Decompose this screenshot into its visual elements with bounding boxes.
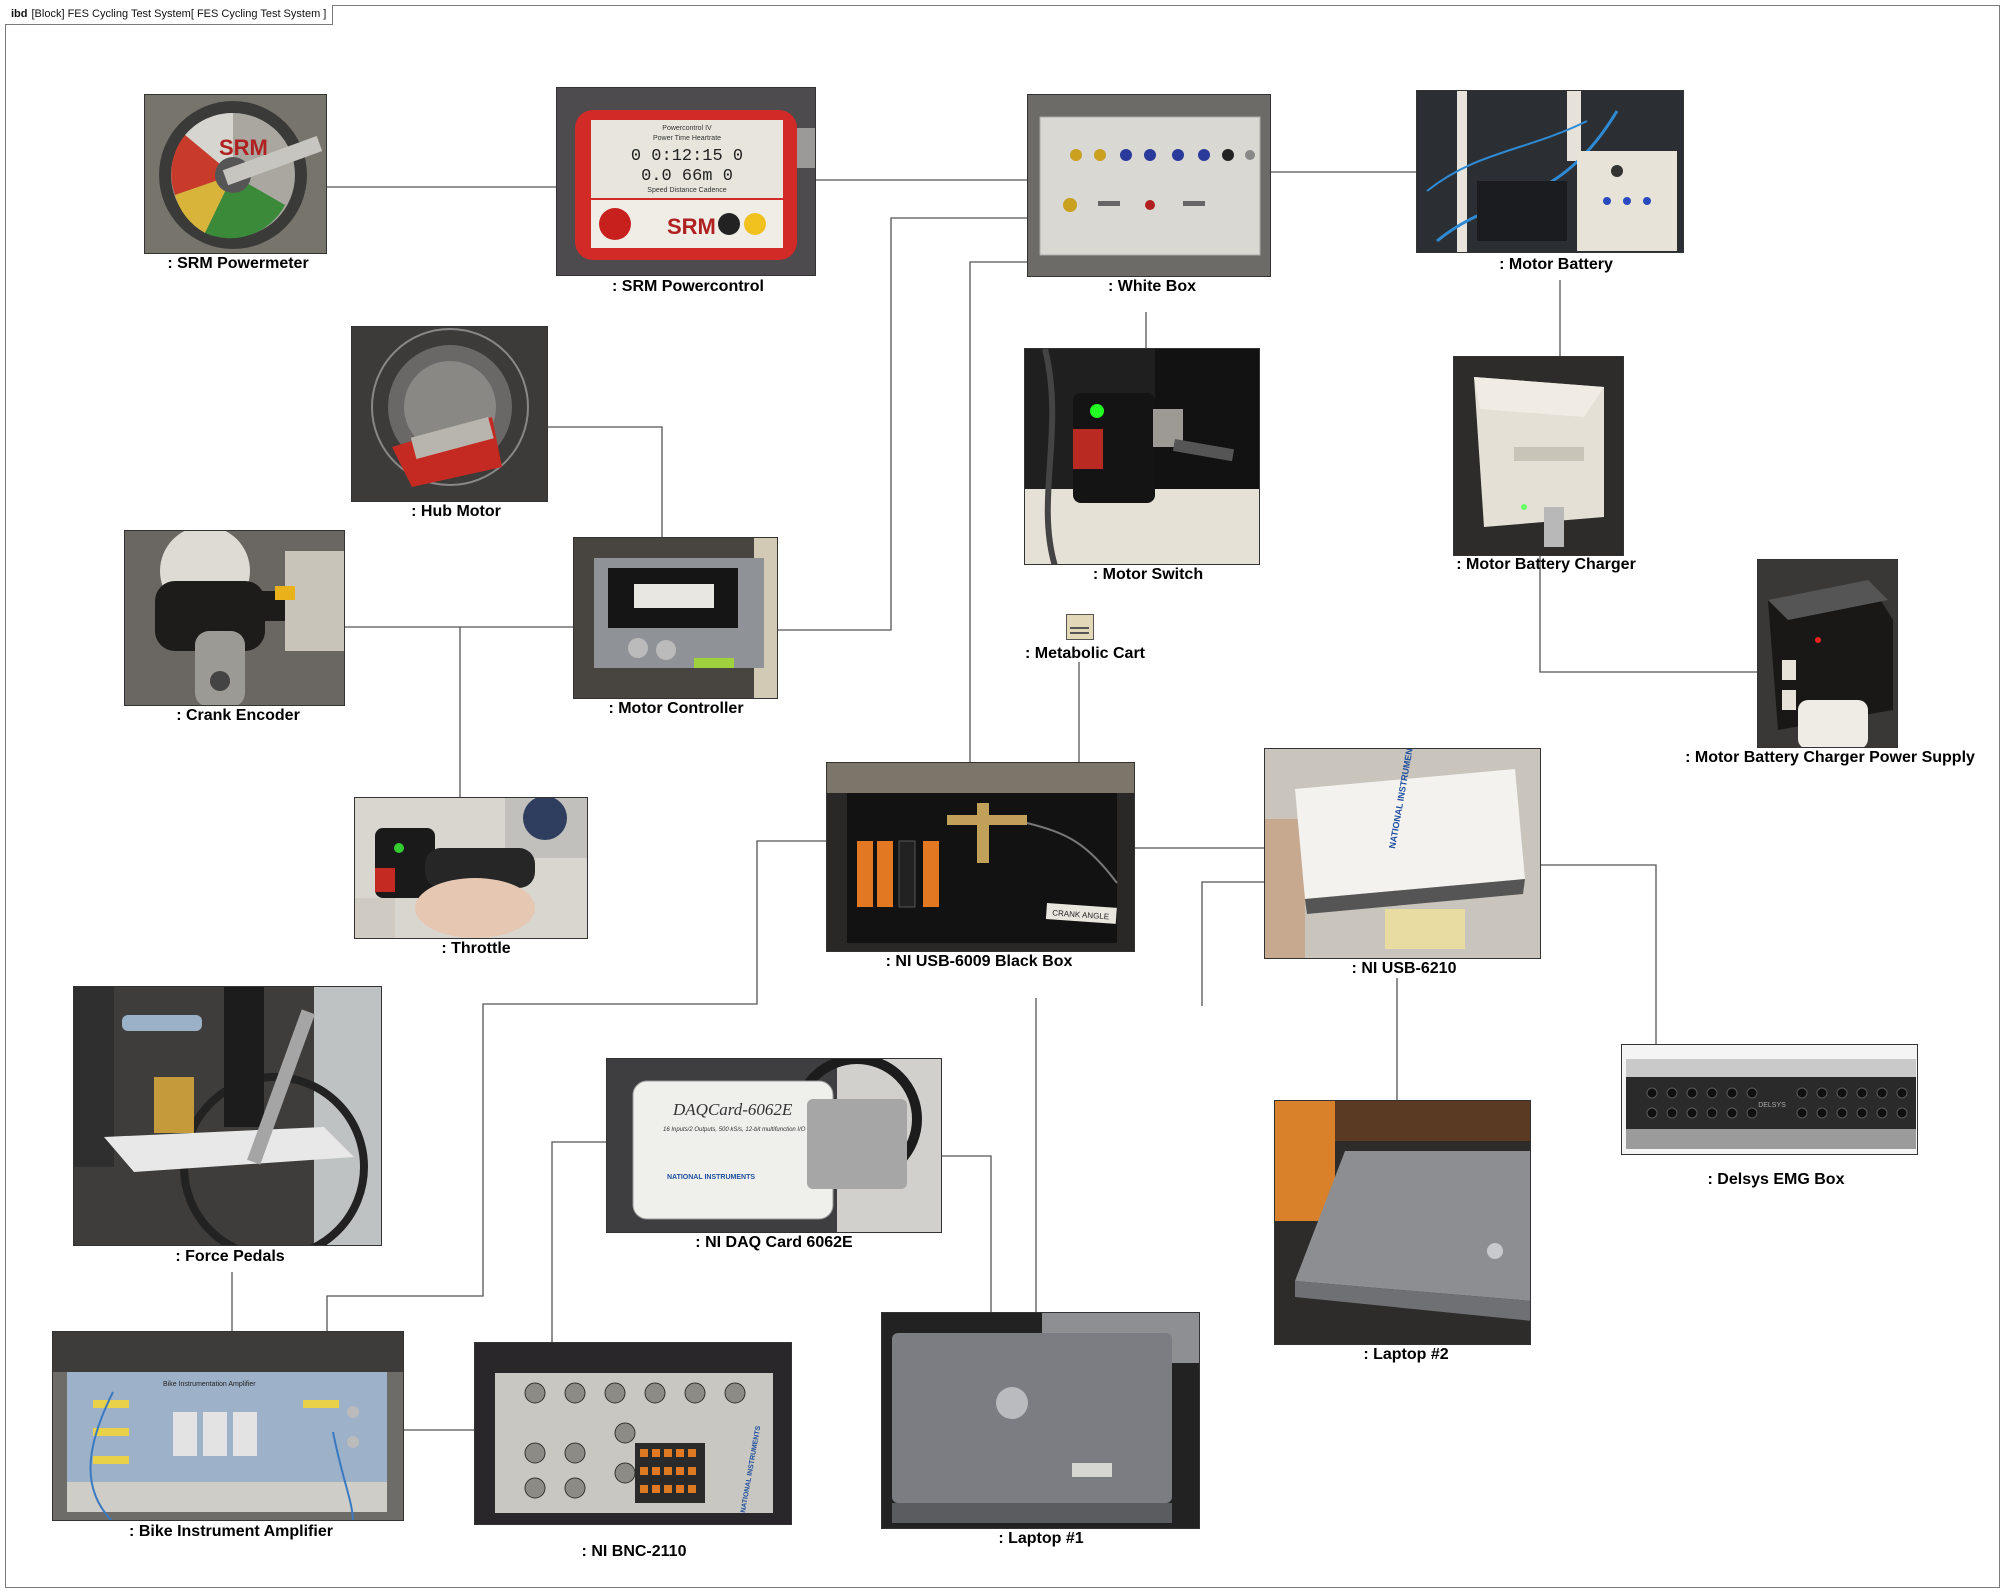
ni-usb-6210-photo: NATIONAL INSTRUMENTS <box>1264 748 1541 959</box>
wire-whitebox-blackbox <box>969 261 1027 762</box>
force-pedals-image <box>74 987 381 1245</box>
powercontrol-logo: SRM <box>667 214 716 239</box>
power-supply-photo <box>1757 559 1898 748</box>
daq-card-image: DAQCard-6062E 16 Inputs/2 Outputs, 500 k… <box>607 1059 941 1232</box>
laptop-1-label: : Laptop #1 <box>998 1530 1084 1547</box>
wire-daqcard-laptop1 <box>941 1155 992 1312</box>
wire-6210-delsys <box>1540 864 1657 1044</box>
black-box-image: CRANK ANGLE <box>827 763 1134 951</box>
hub-motor-image <box>352 327 547 501</box>
hub-motor-label: : Hub Motor <box>411 503 501 520</box>
ni-bnc-2110-photo: NATIONAL INSTRUMENTS <box>474 1342 792 1525</box>
chainring-image: SRM <box>145 95 326 253</box>
laptop-2-photo <box>1274 1100 1531 1345</box>
bike-instrument-amplifier-photo: Bike Instrumentation Amplifier <box>52 1331 404 1521</box>
throttle-label: : Throttle <box>441 940 511 957</box>
motor-battery-charger-power-supply-label: : Motor Battery Charger Power Supply <box>1685 749 1975 766</box>
bnc-image: NATIONAL INSTRUMENTS <box>475 1343 791 1524</box>
laptop-1-photo <box>881 1312 1200 1529</box>
powercontrol-header: Powercontrol IV <box>662 125 712 132</box>
wire-whitebox-controller <box>778 217 1027 631</box>
motor-battery-charger-photo <box>1453 356 1624 556</box>
throttle-image <box>355 798 587 938</box>
srm-powermeter-photo: SRM <box>144 94 327 254</box>
srm-powercontrol-label: : SRM Powercontrol <box>611 278 765 295</box>
motor-battery-charger-label: : Motor Battery Charger <box>1456 556 1636 573</box>
daq-card-sub: 16 Inputs/2 Outputs, 500 kS/s, 12-bit mu… <box>663 1127 806 1133</box>
block-icon <box>1066 614 1094 640</box>
motor-switch-image <box>1025 349 1259 564</box>
motor-controller-image <box>574 538 777 698</box>
srm-powermeter-label: : SRM Powermeter <box>167 255 309 272</box>
motor-battery-label: : Motor Battery <box>1499 256 1613 273</box>
force-pedals-label: : Force Pedals <box>175 1248 285 1265</box>
wire-hubmotor-controller <box>547 426 663 537</box>
crank-encoder-label: : Crank Encoder <box>176 707 300 724</box>
ni-bnc-2110-label: : NI BNC-2110 <box>581 1543 687 1560</box>
force-pedals-photo <box>73 986 382 1246</box>
white-box-photo <box>1027 94 1271 277</box>
powercontrol-row1: 0 0:12:15 0 <box>631 147 743 166</box>
power-supply-image <box>1758 560 1897 747</box>
ni-usb-6009-black-box-photo: CRANK ANGLE <box>826 762 1135 952</box>
charger-image <box>1454 357 1623 555</box>
white-box-label: : White Box <box>1108 278 1196 295</box>
motor-switch-label: : Motor Switch <box>1092 566 1204 583</box>
amplifier-image: Bike Instrumentation Amplifier <box>53 1332 403 1520</box>
ni-daq-card-6062e-label: : NI DAQ Card 6062E <box>695 1234 853 1251</box>
srm-powercontrol-photo: Powercontrol IV Power Time Heartrate 0 0… <box>556 87 816 276</box>
ni-usb-6009-black-box-label: : NI USB-6009 Black Box <box>885 953 1073 970</box>
white-box-image <box>1028 95 1270 276</box>
crank-encoder-photo <box>124 530 345 706</box>
delsys-image: DELSYS <box>1622 1045 1917 1154</box>
wire-bnc-daqcard <box>551 1141 606 1342</box>
delsys-brand: DELSYS <box>1758 1102 1786 1109</box>
throttle-photo <box>354 797 588 939</box>
amp-title: Bike Instrumentation Amplifier <box>163 1381 256 1388</box>
motor-controller-label: : Motor Controller <box>608 700 744 717</box>
motor-battery-image <box>1417 91 1683 252</box>
motor-battery-photo <box>1416 90 1684 253</box>
crank-encoder-image <box>125 531 344 705</box>
metabolic-cart-label: : Metabolic Cart <box>1024 645 1146 662</box>
wire-6210-amplifier <box>1201 881 1264 1006</box>
srm-logo-text: SRM <box>219 135 268 160</box>
powercontrol-image: Powercontrol IV Power Time Heartrate 0 0… <box>557 88 815 275</box>
motor-switch-photo <box>1024 348 1260 565</box>
laptop-2-image <box>1275 1101 1530 1344</box>
delsys-emg-box-photo: DELSYS <box>1621 1044 1918 1155</box>
laptop-1-image <box>882 1313 1199 1528</box>
ni-usb-6210-label: : NI USB-6210 <box>1351 960 1457 977</box>
delsys-emg-box-label: : Delsys EMG Box <box>1707 1171 1845 1188</box>
powercontrol-row2: 0.0 66m 0 <box>641 167 733 186</box>
ni-usb-6210-image: NATIONAL INSTRUMENTS <box>1265 749 1540 958</box>
bike-instrument-amplifier-label: : Bike Instrument Amplifier <box>129 1523 333 1540</box>
laptop-2-label: : Laptop #2 <box>1363 1346 1449 1363</box>
powercontrol-cols: Power Time Heartrate <box>653 135 721 142</box>
ni-daq-card-6062e-photo: DAQCard-6062E 16 Inputs/2 Outputs, 500 k… <box>606 1058 942 1233</box>
motor-controller-photo <box>573 537 778 699</box>
hub-motor-photo <box>351 326 548 502</box>
daq-card-brand: NATIONAL INSTRUMENTS <box>667 1174 755 1181</box>
powercontrol-cols2: Speed Distance Cadence <box>647 187 726 194</box>
daq-card-title: DAQCard-6062E <box>672 1100 793 1119</box>
